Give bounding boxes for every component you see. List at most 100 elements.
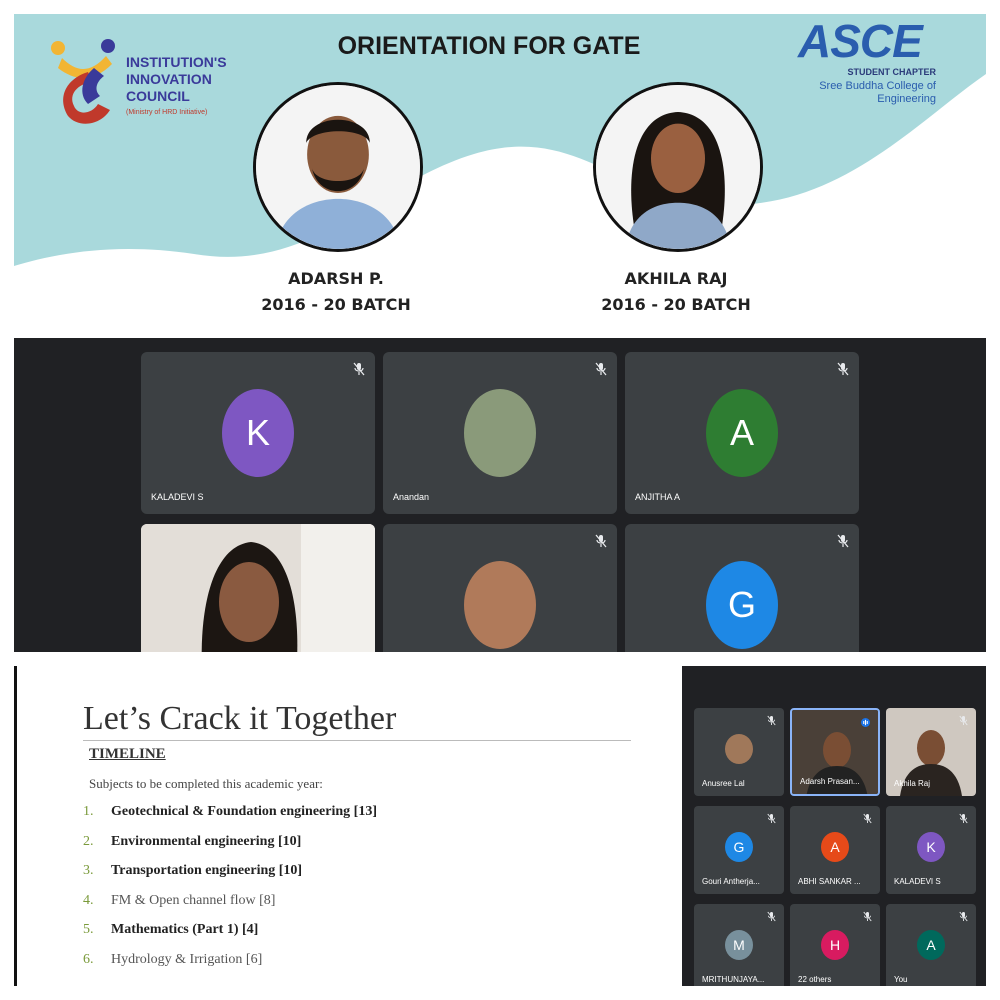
subject-list-item: 5. Mathematics (Part 1) [4]	[83, 922, 377, 952]
collage-page: INSTITUTION'S INNOVATION COUNCIL (Minist…	[0, 0, 1000, 1000]
iic-subtitle: (Ministry of HRD Initiative)	[126, 109, 208, 116]
subject-list-item: 2. Environmental engineering [10]	[83, 834, 377, 864]
subject-text: FM & Open channel flow [8]	[111, 892, 276, 908]
person-photo-icon	[256, 85, 420, 249]
participant-name: ANJITHA A	[635, 492, 681, 502]
list-number: 1.	[83, 804, 94, 819]
mic-off-icon[interactable]	[353, 362, 365, 376]
mic-off-icon[interactable]	[595, 534, 607, 548]
participant-name: Adarsh Prasan...	[800, 777, 860, 786]
presentation-slide: Let’s Crack it Together TIMELINE Subject…	[14, 666, 680, 986]
slide-intro-text: Subjects to be completed this academic y…	[89, 776, 323, 791]
slide-divider	[83, 740, 631, 741]
asce-college-line-1: Sree Buddha College of	[819, 80, 936, 92]
participant-avatar: K	[917, 832, 945, 862]
side-participant-tile[interactable]: M MRITHUNJAYA...	[694, 904, 784, 986]
participant-avatar: A	[821, 832, 849, 862]
participant-video-feed	[141, 524, 375, 652]
iic-line-2: INNOVATION	[126, 71, 212, 87]
participant-photo	[464, 561, 536, 649]
subject-text: Transportation engineering [10]	[111, 863, 303, 878]
slide-title: Let’s Crack it Together	[83, 700, 397, 737]
subject-text: Geotechnical & Foundation engineering [1…	[111, 804, 377, 819]
participant-name: Gouri Antherja...	[702, 877, 760, 886]
speaker-2-batch: 2016 - 20 BATCH	[601, 295, 751, 314]
speaking-icon	[861, 718, 870, 727]
iic-line-1: INSTITUTION'S	[126, 54, 227, 70]
participant-name: ABHI SANKAR ...	[798, 877, 861, 886]
side-participant-tile[interactable]: G Gouri Antherja...	[694, 806, 784, 894]
participant-name: Akhila Raj	[894, 779, 931, 788]
mic-off-icon[interactable]	[767, 911, 776, 922]
participant-avatar: A	[917, 930, 945, 960]
participant-avatar: M	[725, 930, 753, 960]
list-number: 6.	[83, 951, 94, 967]
iic-logo-icon	[51, 39, 115, 124]
subject-list: 1. Geotechnical & Foundation engineering …	[83, 804, 377, 981]
subject-list-item: 4. FM & Open channel flow [8]	[83, 893, 377, 923]
participant-avatar: G	[706, 561, 778, 649]
participant-avatar: A	[706, 389, 778, 477]
participant-name: 22 others	[798, 975, 832, 984]
participant-name: Anusree Lal	[702, 779, 745, 788]
mic-off-icon[interactable]	[863, 911, 872, 922]
mic-off-icon[interactable]	[863, 813, 872, 824]
mic-off-icon[interactable]	[767, 813, 776, 824]
list-number: 3.	[83, 863, 94, 878]
speaker-1-name: ADARSH P.	[288, 269, 384, 288]
participant-name: KALADEVI S	[151, 492, 204, 502]
asce-college-line-2: Engineering	[877, 93, 936, 105]
side-participant-tile[interactable]: A You	[886, 904, 976, 986]
subject-list-item: 1. Geotechnical & Foundation engineering …	[83, 804, 377, 834]
iic-line-3: COUNCIL	[126, 88, 190, 104]
side-participant-tile[interactable]: Anusree Lal	[694, 708, 784, 796]
asce-chapter-label: STUDENT CHAPTER	[847, 67, 936, 77]
participant-name: KALADEVI S	[894, 877, 941, 886]
side-participant-tile[interactable]: Akhila Raj	[886, 708, 976, 796]
list-number: 2.	[83, 833, 94, 849]
meet-participant-grid: K KALADEVI S Anandan A ANJITHA A G	[14, 338, 986, 652]
speaker-portrait-adarsh	[253, 82, 423, 252]
participant-avatar: K	[222, 389, 294, 477]
participant-tile[interactable]: K KALADEVI S	[141, 352, 375, 514]
speaker-2-caption: AKHILA RAJ 2016 - 20 BATCH	[576, 266, 776, 318]
participant-photo	[464, 389, 536, 477]
mic-off-icon[interactable]	[959, 715, 968, 726]
asce-logo: ASCE	[798, 15, 923, 67]
mic-off-icon[interactable]	[595, 362, 607, 376]
speaker-portrait-akhila	[593, 82, 763, 252]
mic-off-icon[interactable]	[837, 362, 849, 376]
participant-tile[interactable]: A ANJITHA A	[625, 352, 859, 514]
mic-off-icon[interactable]	[959, 911, 968, 922]
participant-name: MRITHUNJAYA...	[702, 975, 765, 984]
side-participant-tile[interactable]: K KALADEVI S	[886, 806, 976, 894]
mic-off-icon[interactable]	[959, 813, 968, 824]
subject-text: Environmental engineering [10]	[111, 833, 302, 849]
meet-side-panel: Anusree Lal Adarsh Prasan... Akhila Raj G Go…	[682, 666, 986, 986]
participant-tile[interactable]: G	[625, 524, 859, 652]
speaker-1-batch: 2016 - 20 BATCH	[261, 295, 411, 314]
participant-name: Anandan	[393, 492, 430, 502]
participant-avatar: G	[725, 832, 753, 862]
mic-off-icon[interactable]	[837, 534, 849, 548]
side-participant-tile[interactable]: A ABHI SANKAR ...	[790, 806, 880, 894]
speaker-1-caption: ADARSH P. 2016 - 20 BATCH	[236, 266, 436, 318]
subject-text: Mathematics (Part 1) [4]	[111, 922, 259, 937]
list-number: 4.	[83, 892, 94, 908]
mic-off-icon[interactable]	[767, 715, 776, 726]
participant-tile[interactable]	[141, 524, 375, 652]
asce-college-name: Sree Buddha College of Engineering	[794, 80, 936, 106]
speaker-2-name: AKHILA RAJ	[624, 269, 728, 288]
orientation-banner: INSTITUTION'S INNOVATION COUNCIL (Minist…	[14, 14, 986, 326]
iic-title: INSTITUTION'S INNOVATION COUNCIL	[126, 54, 227, 105]
participant-tile[interactable]: Anandan	[383, 352, 617, 514]
person-photo-icon	[596, 85, 760, 249]
side-participant-tile[interactable]: H 22 others	[790, 904, 880, 986]
list-number: 5.	[83, 922, 94, 937]
participant-name: You	[894, 975, 908, 984]
participant-tile[interactable]	[383, 524, 617, 652]
slide-section-heading: TIMELINE	[89, 746, 166, 762]
subject-list-item: 3. Transportation engineering [10]	[83, 863, 377, 893]
side-participant-tile[interactable]: Adarsh Prasan...	[790, 708, 880, 796]
others-avatar-stack: H	[821, 930, 849, 960]
